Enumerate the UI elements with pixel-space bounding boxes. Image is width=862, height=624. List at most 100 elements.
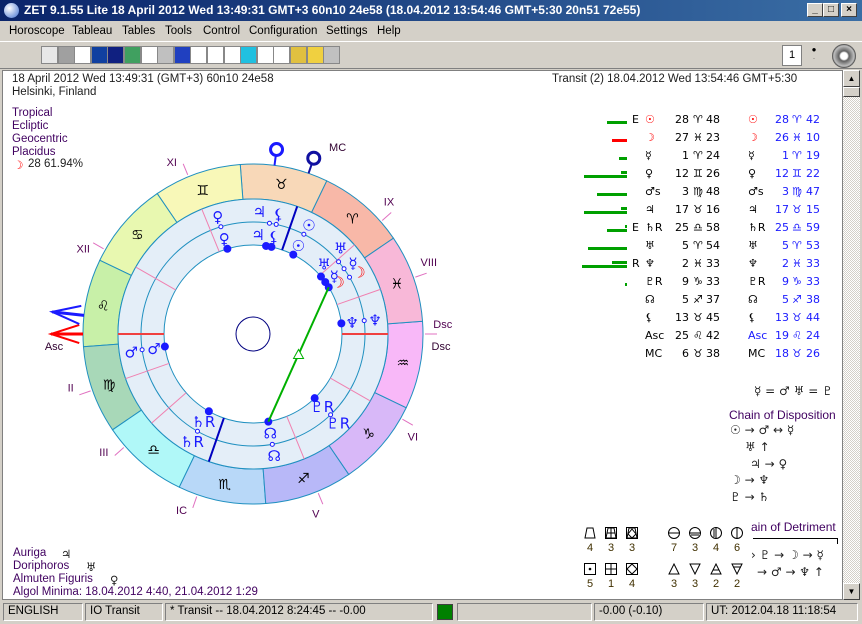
status-language[interactable]: ENGLISH [3,603,83,621]
graph-icon[interactable] [223,46,241,64]
circle-left-icon [709,527,723,542]
g-icon[interactable] [140,46,158,64]
menu-configuration[interactable]: Configuration [249,25,317,37]
natal-planet-glyph[interactable]: ♄R [191,413,215,431]
transit-degree: 28 [775,113,789,126]
box-cross-top-icon [604,527,618,542]
globe-icon[interactable] [57,46,75,64]
spinner-up-button[interactable]: ● [804,45,824,55]
status-empty [457,603,592,621]
transit-planet-glyph: ♄R [748,221,766,234]
house-label: IX [384,196,395,208]
scroll-up-button[interactable]: ▲ [843,70,860,87]
spinner-down-button[interactable]: · [804,56,824,66]
box-diamond-icon [625,563,639,578]
status-mode[interactable]: IO Transit [85,603,163,621]
alarm-icon[interactable] [306,46,324,64]
menu-tables[interactable]: Tables [122,25,155,37]
natal-sign: ♌ [693,329,703,342]
calendar-grid-icon[interactable] [41,46,58,64]
pattern-trapezoid: 4 [583,527,597,554]
natal-planet-glyph: ⚸ [645,311,654,324]
close-button[interactable]: × [841,3,857,17]
natal-minute: 48 [706,113,720,126]
transit-planet-glyph[interactable]: ♇R [326,415,350,433]
list-icon[interactable] [190,46,208,64]
transit-planet-glyph[interactable]: ♅ [334,240,347,258]
transit-sign: ♈ [792,149,802,162]
zodiac-sign-glyph: ♈ [346,211,359,227]
natal-planet-glyph[interactable]: ♆ [346,314,359,332]
natal-planet-glyph[interactable]: ☿ [330,268,339,286]
transit-planet-glyph[interactable]: ☉ [302,216,315,234]
natal-minute: 37 [706,293,720,306]
natal-minute: 48 [706,185,720,198]
minimize-button[interactable]: _ [807,3,823,17]
status-indicator [437,604,453,620]
strength-bar [584,211,627,214]
transit-degree: 5 [782,293,789,306]
natal-minute: 23 [706,131,720,144]
vertical-scrollbar[interactable]: ▲ ▼ [843,70,860,600]
transit-planet-glyph[interactable]: ♄R [180,433,204,451]
natal-planet-glyph[interactable]: ♀ [219,230,230,248]
transit-planet-glyph[interactable]: ⚸ [273,206,284,224]
natal-planet-glyph[interactable]: ♃ [251,226,264,244]
natal-sign: ♉ [693,203,703,216]
star-map-icon[interactable] [90,46,108,64]
pattern-count: 3 [691,578,699,590]
ruler-planet-icon: ♃ [61,547,72,561]
pattern-box-cross: 1 [604,563,618,590]
triangle-up-icon [667,562,681,578]
maximize-button[interactable]: □ [823,3,839,17]
natal-planet-glyph[interactable]: ♅ [317,256,330,274]
notes-icon[interactable] [256,46,274,64]
menu-settings[interactable]: Settings [326,25,368,37]
chart-number-spinner[interactable]: 1 [782,45,802,66]
natal-minute: 26 [706,167,720,180]
house-label: III [99,447,108,459]
scroll-down-button[interactable]: ▼ [843,583,860,600]
tools-icon[interactable] [290,46,307,64]
pattern-count: 7 [670,542,678,554]
natal-planet-glyph[interactable]: ♂ [147,340,160,358]
scroll-thumb[interactable] [843,87,860,97]
transit-sign: ♉ [792,203,802,216]
transit-sign: ♈ [792,113,802,126]
natal-planet-glyph[interactable]: ☉ [292,237,305,255]
natal-planet-glyph[interactable]: ☊ [264,425,277,443]
natal-degree: 13 [675,311,689,324]
menu-control[interactable]: Control [203,25,240,37]
transit-planet-glyph[interactable]: ♀ [212,208,223,226]
settings-dial-button[interactable] [832,44,856,68]
pattern-count: 3 [607,542,615,554]
transit-planet-glyph[interactable]: ♂ [124,343,137,361]
table-icon[interactable] [207,46,224,64]
menu-horoscope[interactable]: Horoscope [9,25,65,37]
menu-tableau[interactable]: Tableau [72,25,112,37]
map-icon[interactable] [124,46,141,64]
figure-icon[interactable] [323,46,341,64]
status-mark: R [632,257,640,270]
arrow-chart-icon[interactable] [240,46,258,64]
night-sky-icon[interactable] [107,46,125,64]
transit-planet-glyph[interactable]: ♃ [253,203,266,221]
pattern-count: 3 [691,542,699,554]
transit-planet-glyph[interactable]: ☿ [348,254,357,272]
natal-planet-glyph[interactable]: ⚸ [268,228,279,246]
documents-icon[interactable] [157,46,175,64]
wheel-icon[interactable] [74,46,92,64]
transit-degree: 5 [782,239,789,252]
target-icon[interactable] [273,46,291,64]
natal-planet-glyph: ☽ [645,131,655,144]
transit-planet-glyph[interactable]: ♆ [368,311,381,329]
transit-sign: ♓ [792,131,802,144]
book-icon[interactable] [173,46,191,64]
menu-tools[interactable]: Tools [165,25,192,37]
menu-help[interactable]: Help [377,25,401,37]
triangle-down-icon [688,563,702,578]
transit-planet-glyph: MC [748,347,766,360]
transit-planet-glyph: ♂s [748,185,764,198]
transit-planet-glyph[interactable]: ☊ [268,447,281,465]
pattern-count: 5 [586,578,594,590]
